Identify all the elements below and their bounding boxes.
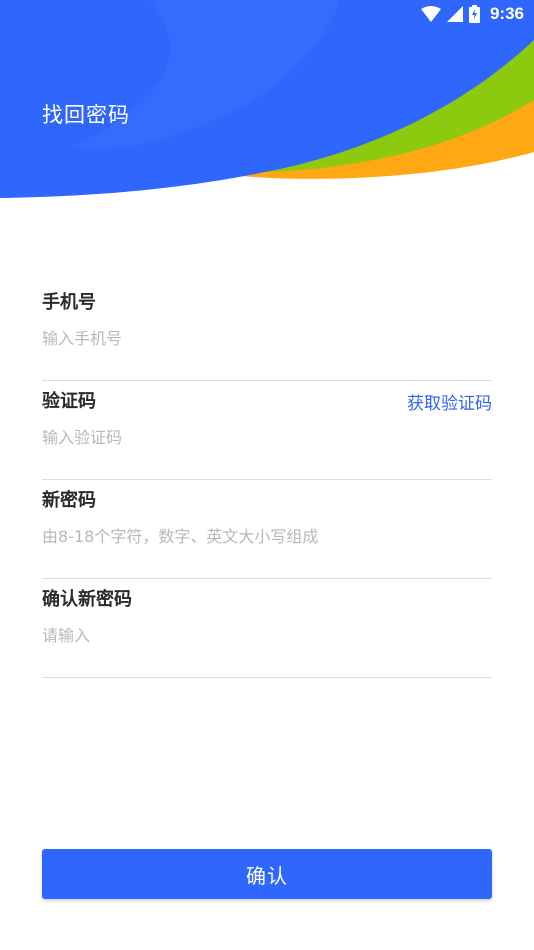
code-field: 验证码 获取验证码 <box>42 381 492 480</box>
phone-input[interactable] <box>42 324 492 352</box>
code-label: 验证码 <box>42 391 96 412</box>
reset-password-form: 手机号 验证码 获取验证码 新密码 确认新密码 <box>42 282 492 678</box>
confirm-button[interactable]: 确认 <box>42 849 492 899</box>
status-time: 9:36 <box>489 4 524 23</box>
wifi-icon <box>420 6 441 22</box>
confirm-password-field: 确认新密码 <box>42 579 492 678</box>
phone-field: 手机号 <box>42 282 492 381</box>
new-password-input[interactable] <box>42 522 492 550</box>
battery-charging-icon <box>468 5 480 23</box>
new-password-field: 新密码 <box>42 480 492 579</box>
find-password-screen: 9:36 找回密码 手机号 验证码 获取验证码 新密码 确认新密码 确认 <box>0 0 534 950</box>
status-bar: 9:36 <box>0 0 534 28</box>
get-code-button[interactable]: 获取验证码 <box>407 389 492 414</box>
new-password-label: 新密码 <box>42 490 96 511</box>
confirm-password-label: 确认新密码 <box>42 589 132 610</box>
confirm-password-input[interactable] <box>42 621 492 649</box>
code-input[interactable] <box>42 423 492 451</box>
phone-label: 手机号 <box>42 292 96 313</box>
page-title: 找回密码 <box>42 103 130 127</box>
cell-signal-icon <box>446 6 463 22</box>
